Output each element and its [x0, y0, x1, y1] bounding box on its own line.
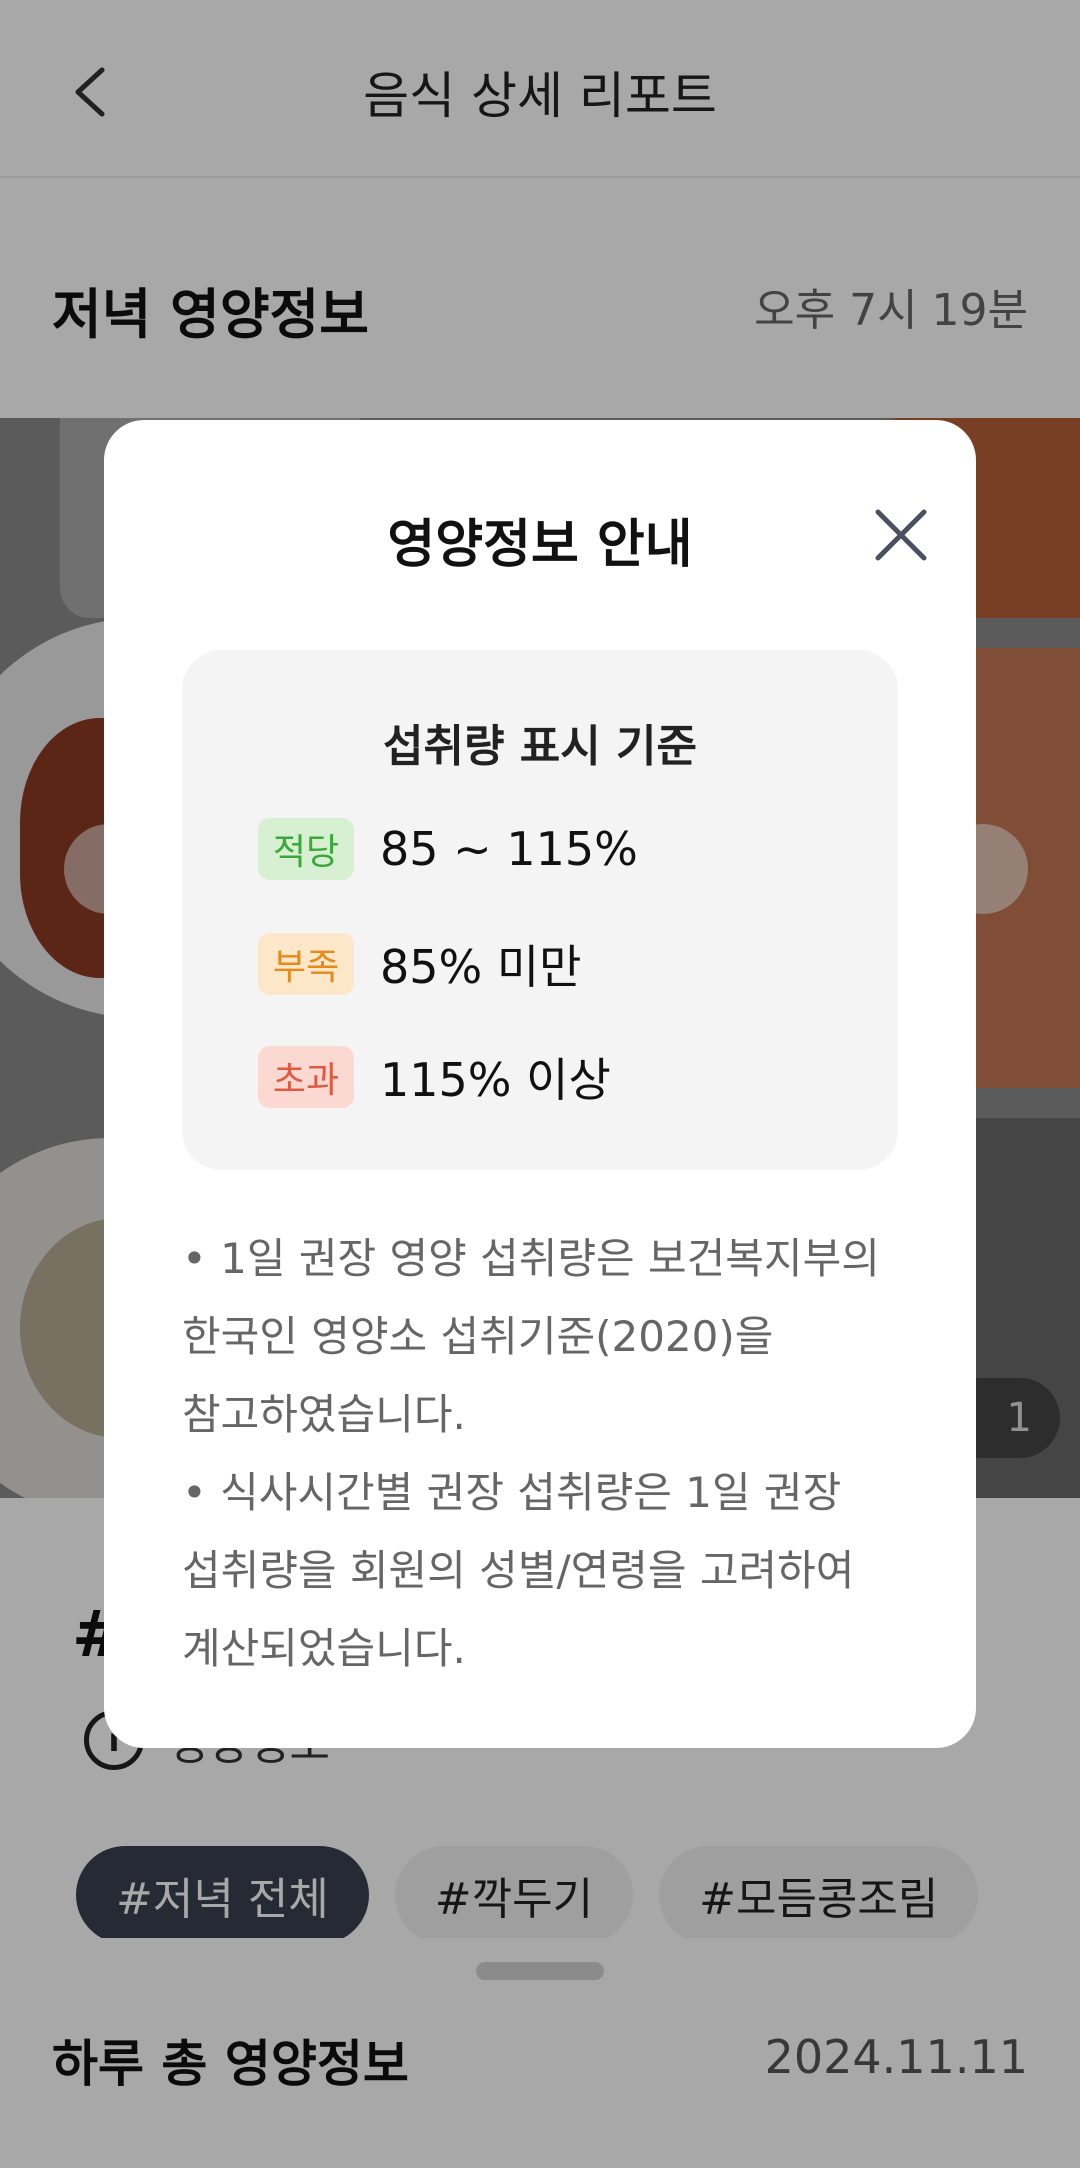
low-range: 85% 미만 [380, 940, 582, 994]
criteria-row-adequate: 적당 85 ~ 115% [258, 818, 638, 880]
over-range: 115% 이상 [380, 1053, 611, 1107]
close-icon [875, 509, 927, 561]
low-badge: 부족 [258, 933, 354, 995]
adequate-range: 85 ~ 115% [380, 822, 638, 876]
nutrition-notes: • 1일 권장 영양 섭취량은 보건복지부의 한국인 영양소 섭취기준(2020… [182, 1220, 922, 1688]
criteria-row-over: 초과 115% 이상 [258, 1044, 611, 1110]
note-line: 참고하였습니다. [182, 1390, 466, 1439]
close-button[interactable] [868, 502, 934, 568]
modal-title: 영양정보 안내 [387, 515, 693, 575]
nutrition-info-modal: 영양정보 안내 섭취량 표시 기준 적당 85 ~ 115% 부족 85% 미만… [104, 420, 976, 1748]
note-line: • 1일 권장 영양 섭취량은 보건복지부의 [182, 1234, 880, 1283]
note-line: • 식사시간별 권장 섭취량은 1일 권장 [182, 1468, 842, 1517]
note-line: 계산되었습니다. [182, 1624, 466, 1673]
adequate-badge: 적당 [258, 818, 354, 880]
note-line: 한국인 영양소 섭취기준(2020)을 [182, 1312, 774, 1361]
note-line: 섭취량을 회원의 성별/연령을 고려하여 [182, 1546, 855, 1595]
criteria-title: 섭취량 표시 기준 [383, 721, 697, 772]
criteria-row-low: 부족 85% 미만 [258, 931, 582, 997]
intake-criteria-box: 섭취량 표시 기준 적당 85 ~ 115% 부족 85% 미만 초과 115%… [182, 650, 898, 1170]
over-badge: 초과 [258, 1046, 354, 1108]
